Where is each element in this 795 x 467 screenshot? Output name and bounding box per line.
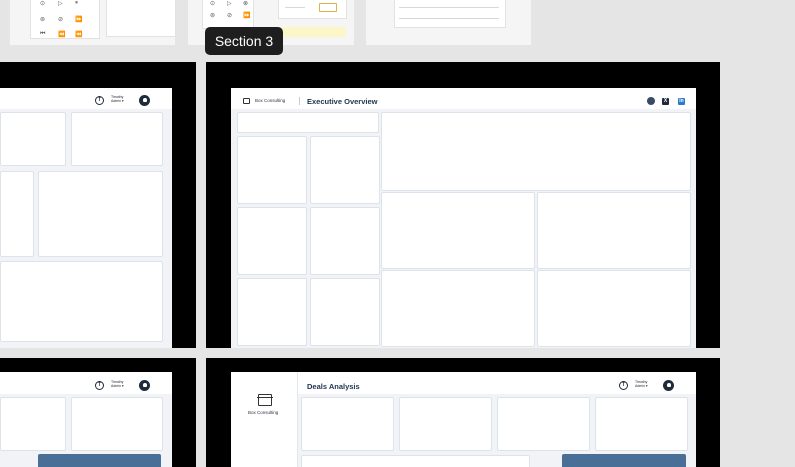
user-role-text: Admin ▾ bbox=[635, 383, 648, 388]
kpi-card bbox=[237, 278, 307, 346]
dashboard-card bbox=[0, 261, 163, 342]
user-role-text: Admin ▾ bbox=[111, 98, 124, 103]
form-button bbox=[319, 3, 337, 12]
sidebar-glyph: ⊗ bbox=[243, 1, 249, 7]
sidebar-glyph: ⊘ bbox=[227, 13, 233, 19]
thumbnail-form bbox=[278, 0, 347, 19]
thumbnail-section-4[interactable] bbox=[366, 0, 531, 45]
dashboard-card bbox=[381, 112, 691, 191]
list-line bbox=[399, 7, 499, 8]
brand-name: Box Consulting bbox=[255, 98, 286, 103]
sidebar-glyph: ⊙ bbox=[210, 1, 216, 7]
thumbnail-notice-bar bbox=[276, 27, 346, 37]
x-icon[interactable]: X bbox=[662, 98, 669, 105]
chart-card bbox=[381, 270, 535, 347]
notification-bell-icon[interactable] bbox=[139, 380, 150, 391]
kpi-card bbox=[595, 397, 688, 451]
dashboard-card bbox=[71, 112, 163, 166]
globe-icon[interactable] bbox=[647, 97, 655, 105]
section-tooltip: Section 3 bbox=[205, 27, 283, 55]
user-name: Timothy Admin ▾ bbox=[635, 380, 648, 389]
box-logo-icon bbox=[257, 394, 273, 406]
thumbnail-section-1[interactable]: ⊙ ▷ ⏸ ⊚ ⊘ ⏩ ⏮ ⏪ ⏪ bbox=[10, 0, 176, 45]
thumbnail-list bbox=[394, 0, 506, 28]
page-title: Deals Analysis bbox=[307, 382, 360, 391]
media-glyph: ⏪ bbox=[75, 32, 83, 38]
page-deals-analysis[interactable]: Box Consulting Deals Analysis T Timothy … bbox=[231, 372, 696, 467]
form-line bbox=[285, 7, 305, 8]
thumbnail-preview-1 bbox=[106, 0, 176, 37]
page-bottom-left[interactable]: T Timothy Admin ▾ bbox=[0, 372, 172, 467]
media-glyph: ⊙ bbox=[40, 1, 46, 7]
user-avatar-icon[interactable]: T bbox=[95, 96, 104, 105]
chart-card bbox=[537, 192, 691, 269]
media-glyph: ⏮ bbox=[40, 31, 46, 37]
linkedin-icon[interactable]: in bbox=[678, 98, 685, 105]
dashboard-card bbox=[237, 112, 379, 133]
user-role-text: Admin ▾ bbox=[111, 383, 124, 388]
dashboard-card bbox=[301, 455, 530, 467]
page-canvas bbox=[298, 394, 696, 467]
kpi-card bbox=[301, 397, 394, 451]
page-executive-overview[interactable]: Box Consulting Executive Overview X in bbox=[231, 88, 696, 348]
kpi-card bbox=[310, 136, 380, 204]
box-logo-icon bbox=[243, 98, 250, 104]
user-name: Timothy Admin ▾ bbox=[111, 380, 124, 389]
brand-name: Box Consulting bbox=[248, 410, 279, 415]
accent-panel bbox=[562, 454, 686, 467]
chart-card bbox=[537, 270, 691, 347]
user-avatar-icon[interactable]: T bbox=[95, 381, 104, 390]
thumbnail-sidebar: ⊙ ▷ ⊗ ⊚ ⊘ ⏩ bbox=[202, 0, 254, 29]
sidebar: Box Consulting bbox=[231, 372, 298, 467]
dashboard-card bbox=[0, 171, 34, 257]
page-canvas bbox=[0, 394, 172, 467]
kpi-card bbox=[237, 136, 307, 204]
page-title: Executive Overview bbox=[307, 97, 378, 106]
media-glyph: ⊘ bbox=[58, 17, 64, 23]
sidebar-glyph: ⊚ bbox=[210, 13, 216, 19]
sidebar-glyph: ▷ bbox=[227, 1, 232, 7]
accent-panel bbox=[38, 454, 161, 467]
box-logo-lid bbox=[257, 397, 273, 398]
page-canvas bbox=[231, 109, 696, 348]
user-name: Timothy Admin ▾ bbox=[111, 95, 124, 104]
header-divider bbox=[299, 97, 300, 105]
kpi-card bbox=[310, 278, 380, 346]
page-top-left[interactable]: T Timothy Admin ▾ bbox=[0, 88, 172, 348]
page-canvas bbox=[0, 109, 172, 348]
kpi-card bbox=[310, 207, 380, 275]
list-line bbox=[399, 18, 499, 19]
dashboard-card bbox=[71, 397, 163, 451]
media-glyph: ⏸ bbox=[75, 0, 79, 6]
media-glyph: ▷ bbox=[58, 1, 63, 7]
media-glyph: ⏪ bbox=[58, 32, 66, 38]
kpi-card bbox=[399, 397, 492, 451]
user-avatar-icon[interactable]: T bbox=[619, 381, 628, 390]
sidebar-glyph: ⏩ bbox=[243, 13, 251, 19]
dashboard-card bbox=[0, 397, 66, 451]
notification-bell-icon[interactable] bbox=[139, 95, 150, 106]
notification-bell-icon[interactable] bbox=[663, 380, 674, 391]
media-glyph: ⊚ bbox=[40, 17, 46, 23]
dashboard-card bbox=[38, 171, 163, 257]
dashboard-card bbox=[0, 112, 66, 166]
kpi-card bbox=[237, 207, 307, 275]
media-glyph: ⏩ bbox=[75, 17, 83, 23]
chart-card bbox=[381, 192, 535, 269]
kpi-card bbox=[497, 397, 590, 451]
media-controls-panel: ⊙ ▷ ⏸ ⊚ ⊘ ⏩ ⏮ ⏪ ⏪ bbox=[30, 0, 100, 39]
